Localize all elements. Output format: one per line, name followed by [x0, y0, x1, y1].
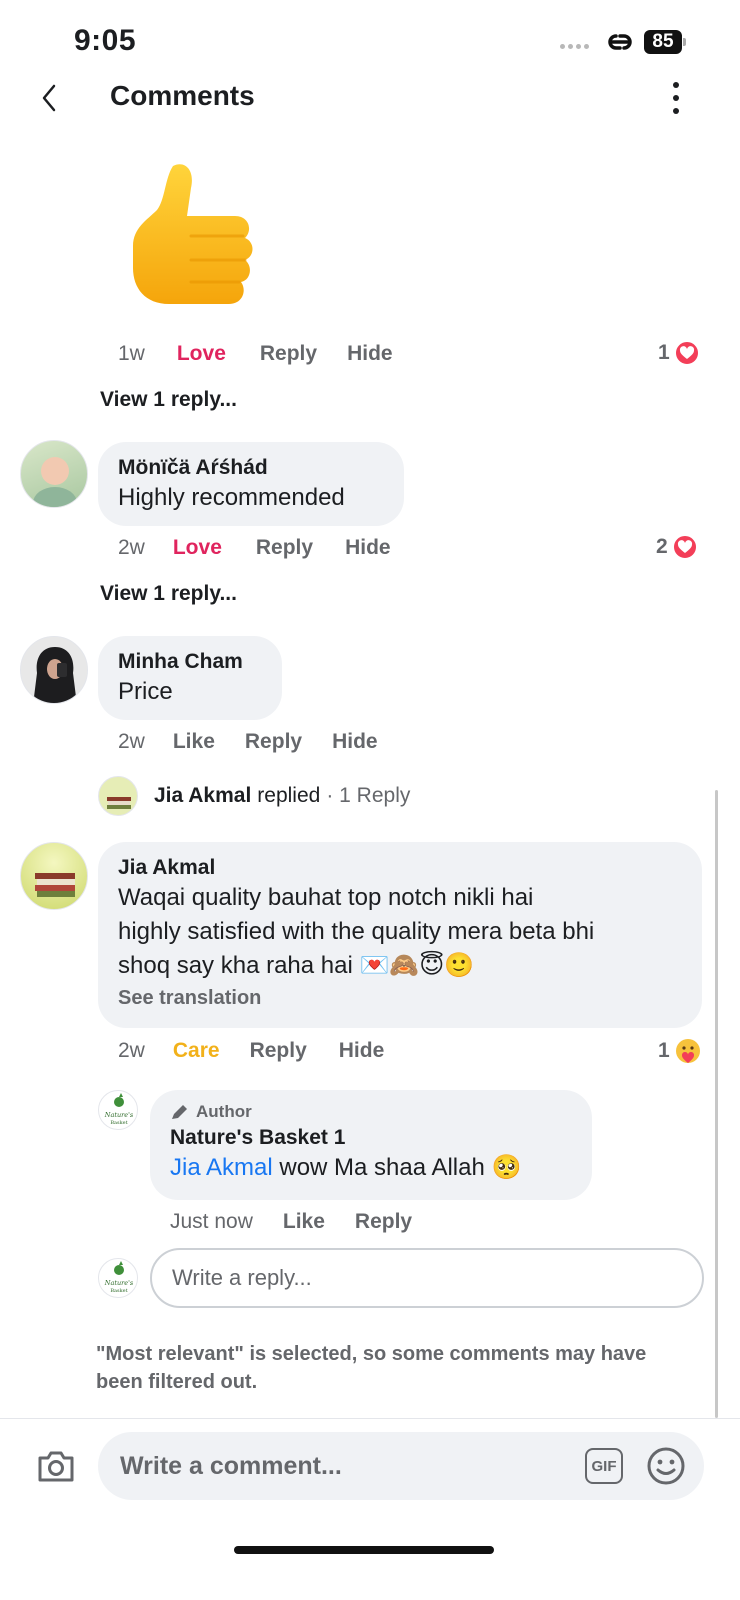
reply-button[interactable]: Reply: [355, 1210, 412, 1234]
page-logo-avatar[interactable]: Nature's Basket: [98, 1090, 138, 1130]
pencil-icon: [172, 1105, 187, 1119]
page-logo-avatar: Nature's Basket: [98, 1258, 138, 1298]
gif-icon[interactable]: GIF: [585, 1448, 623, 1484]
hide-button[interactable]: Hide: [347, 342, 393, 366]
reaction-love-button[interactable]: Love: [177, 342, 226, 366]
replier-avatar: [98, 776, 138, 816]
back-chevron-icon[interactable]: [36, 82, 66, 114]
camera-icon[interactable]: [36, 1448, 76, 1484]
reply-button[interactable]: Reply: [256, 536, 313, 560]
reply-input-placeholder: Write a reply...: [172, 1265, 312, 1290]
replied-verb: replied: [257, 784, 321, 807]
more-options-icon[interactable]: [670, 82, 682, 114]
comment-timestamp: 2w: [118, 536, 145, 559]
home-indicator[interactable]: [234, 1546, 494, 1554]
reply-count: · 1 Reply: [326, 784, 411, 807]
comment-bubble: Minha Cham Price: [98, 636, 282, 720]
hide-button[interactable]: Hide: [339, 1039, 385, 1063]
natures-basket-logo-icon: Nature's Basket: [104, 1261, 134, 1294]
replied-summary[interactable]: Jia Akmal replied · 1 Reply: [154, 784, 410, 808]
comment-actions: 2w Care Reply Hide: [118, 1039, 384, 1063]
mention-link[interactable]: Jia Akmal: [170, 1154, 273, 1181]
reply-text: wow Ma shaa Allah 🥺: [272, 1154, 522, 1182]
author-badge-label: Author: [196, 1102, 252, 1121]
reaction-summary[interactable]: 1: [658, 1037, 702, 1065]
heart-reaction-icon: [673, 340, 700, 366]
reaction-care-button[interactable]: Care: [173, 1039, 220, 1063]
page-title: Comments: [110, 80, 255, 111]
emoji-icon[interactable]: [646, 1446, 686, 1486]
thumbs-up-sticker: [133, 164, 253, 304]
like-button[interactable]: Like: [173, 730, 215, 754]
comment-timestamp: Just now: [170, 1210, 253, 1233]
logo-lettering: Nature's: [104, 1111, 134, 1119]
scrollbar[interactable]: [715, 790, 718, 1418]
cellular-signal-icon: [560, 44, 594, 50]
reaction-summary[interactable]: 2: [656, 534, 698, 560]
hotspot-link-icon: [608, 34, 632, 50]
avatar[interactable]: [20, 636, 88, 704]
avatar[interactable]: [20, 842, 88, 910]
reaction-love-button[interactable]: Love: [173, 536, 222, 560]
status-time: 9:05: [74, 24, 137, 57]
avatar-photo-icon: [33, 457, 77, 507]
comment-text: Jia Akmal wow Ma shaa Allah 🥺: [170, 1151, 572, 1185]
see-translation-link[interactable]: See translation: [118, 987, 682, 1010]
avatar-photo-icon: [107, 797, 131, 809]
comment-timestamp: 2w: [118, 730, 145, 753]
reply-input[interactable]: Write a reply...: [150, 1248, 704, 1308]
reaction-count: 2: [656, 535, 668, 558]
reaction-count: 1: [658, 341, 670, 364]
comment-bubble: Jia Akmal Waqai quality bauhat top notch…: [98, 842, 702, 1028]
comment-text-line: shoq say kha raha hai 💌🙈😇🙂: [118, 952, 475, 980]
comment-actions: Just now Like Reply: [170, 1210, 412, 1234]
comment-bubble: Mönïčä Aŕśhád Highly recommended: [98, 442, 404, 526]
avatar[interactable]: [20, 440, 88, 508]
comment-text-line: highly satisfied with the quality mera b…: [118, 918, 595, 946]
logo-lettering: Basket: [110, 1120, 127, 1126]
filter-note: "Most relevant" is selected, so some com…: [96, 1343, 647, 1393]
reply-button[interactable]: Reply: [260, 342, 317, 366]
reaction-count: 1: [658, 1039, 670, 1062]
comment-timestamp: 1w: [118, 342, 145, 365]
hide-button[interactable]: Hide: [345, 536, 391, 560]
comment-actions: 2w Love Reply Hide: [118, 536, 391, 560]
author-badge: Author: [170, 1102, 572, 1122]
reply-button[interactable]: Reply: [245, 730, 302, 754]
comment-text: Highly recommended: [118, 484, 345, 512]
replier-name: Jia Akmal: [154, 784, 252, 807]
comment-timestamp: 2w: [118, 1039, 145, 1062]
hide-button[interactable]: Hide: [332, 730, 378, 754]
reaction-summary[interactable]: 1: [658, 340, 700, 366]
view-replies-link[interactable]: View 1 reply...: [100, 582, 237, 606]
comment-input-placeholder: Write a comment...: [120, 1452, 342, 1480]
heart-reaction-icon: [671, 534, 698, 560]
reply-button[interactable]: Reply: [250, 1039, 307, 1063]
divider: [0, 1418, 740, 1419]
avatar-photo-icon: [33, 647, 77, 703]
comment-actions: 1w Love Reply Hide: [118, 342, 393, 366]
comment-author[interactable]: Minha Cham: [118, 648, 262, 675]
logo-lettering: Basket: [110, 1288, 127, 1294]
comment-text: Price: [118, 678, 173, 706]
author-reply-bubble: Author Nature's Basket 1 Jia Akmal wow M…: [150, 1090, 592, 1200]
comment-author[interactable]: Mönïčä Aŕśhád: [118, 454, 384, 481]
natures-basket-logo-icon: Nature's Basket: [104, 1093, 134, 1126]
comment-author[interactable]: Jia Akmal: [118, 854, 682, 881]
comment-text-line: Waqai quality bauhat top notch nikli hai: [118, 884, 534, 912]
avatar-photo-icon: [35, 873, 75, 897]
view-replies-link[interactable]: View 1 reply...: [100, 388, 237, 412]
battery-icon: 85: [644, 30, 686, 54]
logo-lettering: Nature's: [104, 1279, 134, 1287]
comment-author[interactable]: Nature's Basket 1: [170, 1124, 572, 1151]
care-reaction-icon: [675, 1039, 700, 1063]
like-button[interactable]: Like: [283, 1210, 325, 1234]
comment-actions: 2w Like Reply Hide: [118, 730, 378, 754]
